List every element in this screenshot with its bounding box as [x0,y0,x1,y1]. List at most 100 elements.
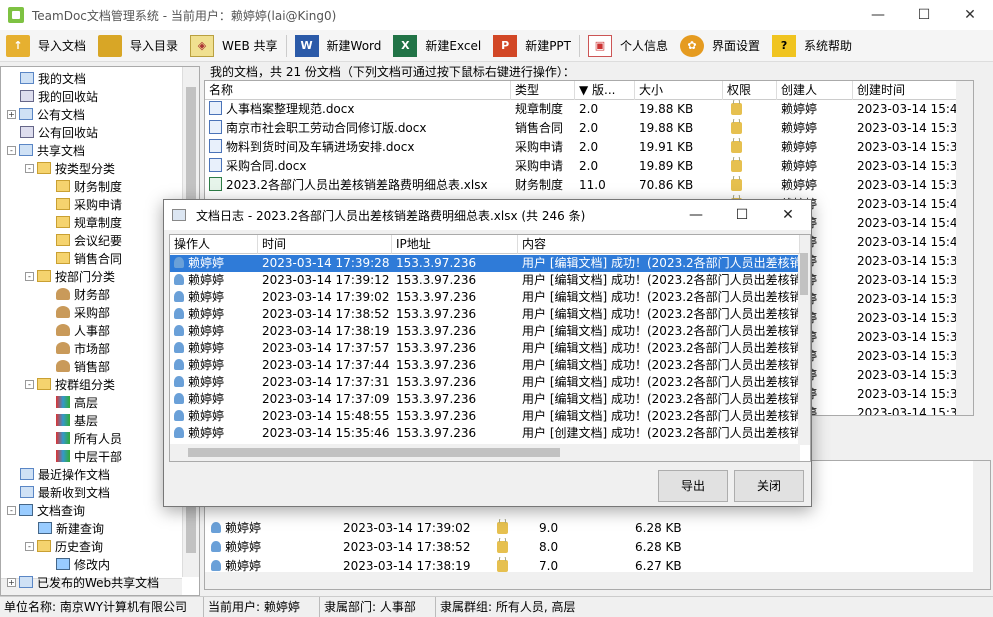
tree-expander[interactable]: - [7,145,16,155]
tree-item-12[interactable]: 财务部 [43,285,110,303]
version-grid-vertical-scrollbar[interactable] [973,461,990,589]
tree-item-13[interactable]: 采购部 [43,303,110,321]
cell-ver: 2.0 [575,138,635,157]
tree-item-21[interactable]: 中层干部 [43,447,122,465]
dialog-close-button[interactable]: ✕ [765,200,811,230]
lock-icon [731,176,742,191]
log-column-header-2[interactable]: IP地址 [392,235,518,254]
dialog-maximize-button[interactable]: ☐ [719,200,765,230]
log-row[interactable]: 赖婷婷 2023-03-14 17:37:44 153.3.97.236 用户 [编辑… [170,357,800,374]
cell-user: 赖婷婷 [170,255,258,272]
tree-item-0[interactable]: 我的文档 [7,69,86,87]
tree-expander[interactable]: + [7,577,16,587]
column-header-4[interactable]: 权限 [723,81,777,100]
log-grid-horizontal-scrollbar[interactable] [170,444,800,461]
tree-item-11[interactable]: - 按部门分类 [25,267,115,285]
tree-item-10[interactable]: 销售合同 [43,249,122,267]
toolbar-button-7[interactable]: ✿ 界面设置 [674,32,766,60]
log-column-header-0[interactable]: 操作人 [170,235,258,254]
log-hscroll-thumb[interactable] [188,448,560,457]
tree-expander[interactable]: + [7,109,16,119]
log-row[interactable]: 赖婷婷 2023-03-14 17:39:02 153.3.97.236 用户 [编辑… [170,289,800,306]
tree-item-14[interactable]: 人事部 [43,321,110,339]
log-row[interactable]: 赖婷婷 2023-03-14 17:39:12 153.3.97.236 用户 [编辑… [170,272,800,289]
tree-expander[interactable]: - [25,379,34,389]
log-row[interactable]: 赖婷婷 2023-03-14 17:37:57 153.3.97.236 用户 [编辑… [170,340,800,357]
toolbar-button-5[interactable]: P 新建PPT [487,32,577,60]
version-row[interactable]: 赖婷婷 2023-03-14 17:39:02 9.0 6.28 KB [205,519,990,538]
tree-item-26[interactable]: - 历史查询 [25,537,103,555]
tree-item-22[interactable]: 最近操作文档 [7,465,110,483]
tree-item-15[interactable]: 市场部 [43,339,110,357]
column-header-3[interactable]: 大小 [635,81,723,100]
log-column-header-3[interactable]: 内容 [518,235,800,254]
document-row[interactable]: 南京市社会职工劳动合同修订版.docx 销售合同 2.0 19.88 KB 赖婷婷 202… [205,119,973,138]
maximize-button[interactable]: ☐ [901,0,947,30]
dialog-close-action-button[interactable]: 关闭 [734,470,804,502]
tree-item-23[interactable]: 最新收到文档 [7,483,110,501]
column-header-5[interactable]: 创建人 [777,81,853,100]
document-row[interactable]: 2023.2各部门人员出差核销差路费明细总表.xlsx 财务制度 11.0 70.86… [205,176,973,195]
document-row[interactable]: 物料到货时间及车辆进场安排.docx 采购申请 2.0 19.91 KB 赖婷婷 2023… [205,138,973,157]
log-row[interactable]: 赖婷婷 2023-03-14 17:38:19 153.3.97.236 用户 [编辑… [170,323,800,340]
tree-item-17[interactable]: - 按群组分类 [25,375,115,393]
log-row[interactable]: 赖婷婷 2023-03-14 17:38:52 153.3.97.236 用户 [编辑… [170,306,800,323]
tree-item-3[interactable]: 公有回收站 [7,123,98,141]
version-row[interactable]: 赖婷婷 2023-03-14 17:38:52 8.0 6.28 KB [205,538,990,557]
search-icon [19,504,33,516]
tree-item-25[interactable]: 新建查询 [25,519,104,537]
tree-item-8[interactable]: 规章制度 [43,213,122,231]
toolbar-button-3[interactable]: W 新建Word [289,32,388,60]
document-grid-scrollbar[interactable] [956,81,973,415]
toolbar-button-2[interactable]: ◈ WEB 共享 [184,32,284,60]
tree-item-5[interactable]: - 按类型分类 [25,159,115,177]
cell-size: 19.91 KB [635,138,723,157]
tree-expander[interactable]: - [25,163,34,173]
title-bar: TeamDoc文档管理系统 - 当前用户：赖婷婷(lai@King0) — ☐ … [0,0,993,30]
cell-text: 2023-03-14 17:38:52 [262,307,390,321]
log-row[interactable]: 赖婷婷 2023-03-14 17:39:28 153.3.97.236 用户 [编辑… [170,255,800,272]
cell-content: 用户 [编辑文档] 成功！(2023.2各部门人员出差核销 [518,357,800,374]
tree-item-20[interactable]: 所有人员 [43,429,122,447]
document-row[interactable]: 采购合同.docx 采购申请 2.0 19.89 KB 赖婷婷 2023-03-14 15… [205,157,973,176]
tree-expander[interactable]: - [7,505,16,515]
toolbar-button-8[interactable]: ? 系统帮助 [766,32,858,60]
document-row[interactable]: 人事档案整理规范.docx 规章制度 2.0 19.88 KB 赖婷婷 2023-03-1… [205,100,973,119]
log-scroll-thumb[interactable] [800,253,808,295]
version-grid-scrollbar[interactable] [205,572,973,589]
tree-item-6[interactable]: 财务制度 [43,177,122,195]
tree-item-19[interactable]: 基层 [43,411,98,429]
export-button[interactable]: 导出 [658,470,728,502]
log-grid-vertical-scrollbar[interactable] [798,235,810,445]
tree-item-1[interactable]: 我的回收站 [7,87,98,105]
tree-item-16[interactable]: 销售部 [43,357,110,375]
tree-item-label: 基层 [74,413,99,428]
toolbar-button-0[interactable]: ↑ 导入文档 [0,32,92,60]
tree-item-28[interactable]: + 已发布的Web共享文档 [7,573,159,591]
log-row[interactable]: 赖婷婷 2023-03-14 17:37:31 153.3.97.236 用户 [编辑… [170,374,800,391]
log-row[interactable]: 赖婷婷 2023-03-14 17:37:09 153.3.97.236 用户 [编辑… [170,391,800,408]
close-button[interactable]: ✕ [947,0,993,30]
dialog-minimize-button[interactable]: — [673,200,719,230]
column-header-1[interactable]: 类型 [511,81,575,100]
cell-ip: 153.3.97.236 [392,289,518,306]
log-column-header-1[interactable]: 时间 [258,235,392,254]
tree-expander[interactable]: - [25,271,34,281]
excel-icon: X [393,34,418,57]
tree-item-9[interactable]: 会议纪要 [43,231,122,249]
column-header-2[interactable]: ▼ 版... [575,81,635,100]
tree-item-7[interactable]: 采购申请 [43,195,122,213]
toolbar-button-6[interactable]: ▣ 个人信息 [582,32,674,60]
tree-item-24[interactable]: - 文档查询 [7,501,85,519]
tree-item-2[interactable]: + 公有文档 [7,105,85,123]
column-header-0[interactable]: 名称 [205,81,511,100]
toolbar-button-1[interactable]: 导入目录 [92,32,184,60]
toolbar-button-4[interactable]: X 新建Excel [387,32,487,60]
tree-expander[interactable]: - [25,541,34,551]
tree-item-27[interactable]: 修改内 [43,555,110,573]
log-row[interactable]: 赖婷婷 2023-03-14 15:35:46 153.3.97.236 用户 [创建… [170,425,800,442]
tree-item-4[interactable]: - 共享文档 [7,141,85,159]
minimize-button[interactable]: — [855,0,901,30]
log-row[interactable]: 赖婷婷 2023-03-14 15:48:55 153.3.97.236 用户 [编辑… [170,408,800,425]
tree-item-18[interactable]: 高层 [43,393,98,411]
